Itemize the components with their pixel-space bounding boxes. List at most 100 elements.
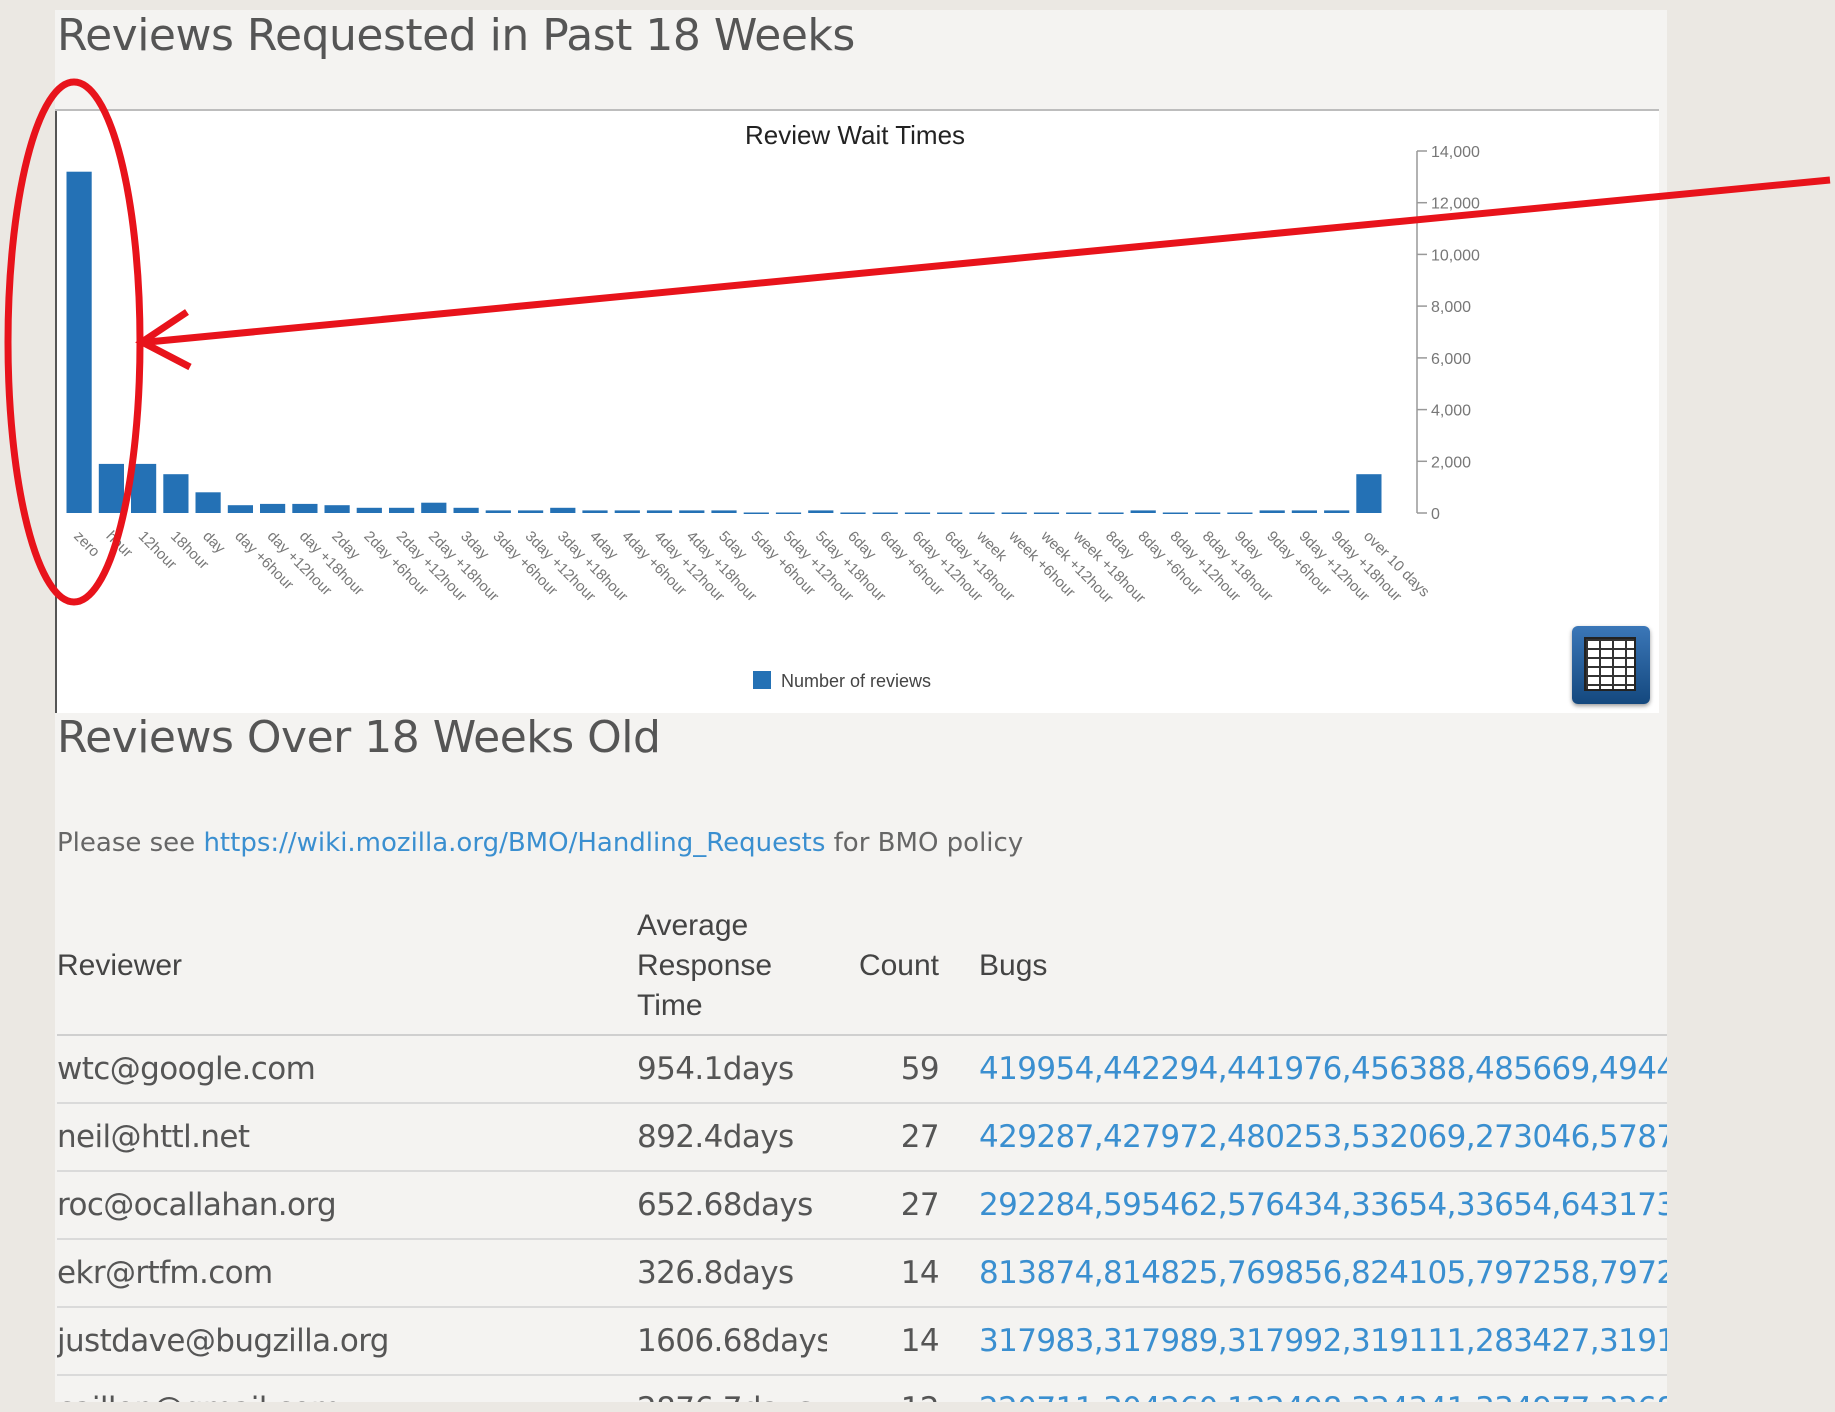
legend-label: Number of reviews [781,671,931,691]
chart-bar [1356,474,1382,513]
reviewer-cell: caillon@gmail.com [57,1375,637,1402]
chart-bar [711,510,737,513]
bugs-link-cell[interactable]: 429287,427972,480253,532069,273046,57879… [945,1103,1667,1172]
table-row: neil@httl.net 892.4days 27 429287,427972,48… [57,1103,1667,1172]
chart-bar [1130,510,1156,513]
average-response-time-cell: 954.1days [637,1035,827,1104]
count-cell: 27 [827,1171,945,1240]
chart-bar [969,512,995,514]
bugs-link-cell[interactable]: 419954,442294,441976,456388,485669,49449… [945,1035,1667,1104]
chart-bar [227,505,253,513]
chart-bar [1162,512,1188,514]
chart-bar [1227,512,1253,514]
chart-canvas: Review Wait Timeszero hour12hour18hourday… [66,120,1480,691]
y-tick-label: 2,000 [1431,454,1471,471]
table-view-button[interactable] [1572,626,1650,704]
table-body: wtc@google.com 954.1days 59 419954,442294,4… [57,1035,1667,1402]
x-tick-label: hour [103,528,136,561]
chart-bar [163,474,189,513]
table-row: justdave@bugzilla.org 1606.68days 14 317983… [57,1307,1667,1376]
bugs-link-cell[interactable]: 292284,595462,576434,33654,33654,643173,… [945,1171,1667,1240]
chart-bar [356,507,382,513]
chart-bar [98,463,124,513]
y-tick-label: 6,000 [1431,351,1471,368]
chart-bar [743,512,769,514]
policy-prefix: Please see [57,828,204,858]
average-response-time-cell: 892.4days [637,1103,827,1172]
y-tick-label: 14,000 [1431,144,1480,161]
table-row: roc@ocallahan.org 652.68days 27 292284,5954… [57,1171,1667,1240]
chart-bar [775,512,802,514]
chart-bar [324,505,350,513]
column-header-count[interactable]: Count [827,898,945,1036]
avg-header-line3: Time [637,989,703,1022]
column-header-average-response-time[interactable]: Average Response Time [637,898,827,1036]
y-tick-label: 8,000 [1431,299,1471,316]
count-cell: 59 [827,1035,945,1104]
chart-bar [679,510,705,513]
reviewer-cell: ekr@rtfm.com [57,1239,637,1308]
count-cell: 14 [827,1239,945,1308]
average-response-time-cell: 1606.68days [637,1307,827,1376]
chart-bar [582,510,608,513]
bugs-link-cell[interactable]: 813874,814825,769856,824105,797258,79725… [945,1239,1667,1308]
y-tick-label: 10,000 [1431,247,1480,264]
chart-bar [1033,512,1060,514]
chart-bar [1098,512,1124,514]
chart-bar [485,510,511,513]
report-panel: Reviews Requested in Past 18 Weeks Revie… [55,10,1667,1402]
review-wait-times-chart: Review Wait Times zero hour 12hour 18hour day… [55,111,1659,713]
chart-bar [614,510,640,513]
average-response-time-cell: 2876.7days [637,1375,827,1402]
chart-bar [1066,512,1092,514]
chart-bar [1291,510,1317,513]
count-cell: 12 [827,1375,945,1402]
avg-header-line1: Average [637,909,749,942]
chart-bar [260,503,286,513]
reviewer-cell: roc@ocallahan.org [57,1171,637,1240]
chart-bar [904,512,931,514]
chart-title: Review Wait Times [745,120,965,150]
policy-note: Please see https://wiki.mozilla.org/BMO/… [57,828,1023,858]
chart-bar [66,171,92,513]
count-cell: 14 [827,1307,945,1376]
chart-bar [646,510,673,513]
table-grid-icon [1584,637,1636,691]
table-row: caillon@gmail.com2876.7days12220711,3042… [57,1375,1667,1402]
chart-bar [453,507,479,513]
chart-bar [1259,510,1285,513]
chart-bar [550,507,576,513]
policy-link[interactable]: https://wiki.mozilla.org/BMO/Handling_Re… [203,828,825,858]
bugs-link-cell[interactable]: 317983,317989,317992,319111,283427,31917… [945,1307,1667,1376]
page-title: Reviews Requested in Past 18 Weeks [57,10,855,61]
y-tick-label: 0 [1431,506,1440,523]
reviewer-cell: justdave@bugzilla.org [57,1307,637,1376]
chart-bar [808,510,834,513]
reviewer-cell: neil@httl.net [57,1103,637,1172]
chart-bar [937,512,963,514]
average-response-time-cell: 652.68days [637,1171,827,1240]
chart-bar [1195,512,1221,514]
policy-suffix: for BMO policy [825,828,1024,858]
chart-bar [195,492,221,513]
x-tick-label: zero [70,528,103,561]
y-tick-label: 12,000 [1431,196,1480,213]
count-cell: 27 [827,1103,945,1172]
column-header-reviewer[interactable]: Reviewer [57,898,637,1036]
y-tick-label: 4,000 [1431,403,1471,420]
chart-bar [389,507,415,513]
column-header-bugs[interactable]: Bugs [945,898,1667,1036]
chart-bar [872,512,898,514]
table-header-row: Reviewer Average Response Time Count Bugs [57,898,1667,1036]
legend-swatch [753,671,771,689]
old-reviews-table: Reviewer Average Response Time Count Bugs … [57,898,1667,1402]
avg-header-line2: Response [637,949,773,982]
section-title-old-reviews: Reviews Over 18 Weeks Old [57,712,661,763]
bugs-link-cell[interactable]: 220711,304260,122498,334341,334977,33683… [945,1375,1667,1402]
table-row: wtc@google.com 954.1days 59 419954,442294,4… [57,1035,1667,1104]
chart-bar [1324,510,1350,513]
chart-bar [1001,512,1027,514]
chart-bar [292,503,318,513]
average-response-time-cell: 326.8days [637,1239,827,1308]
chart-bar [131,463,157,513]
